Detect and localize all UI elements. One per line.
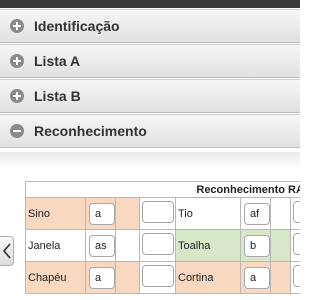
accordion-lista-b[interactable]: Lista B (0, 79, 300, 113)
accordion-label: Lista A (34, 53, 81, 69)
response-input[interactable] (293, 265, 300, 287)
word-cell: Toalha (175, 229, 241, 262)
spacer-cell (115, 197, 140, 230)
spacer-cell (270, 261, 291, 294)
panel-divider (0, 152, 300, 170)
recognition-table: Reconhecimento RAVLT Sino a Tio af Janel… (25, 181, 300, 300)
accordion-lista-a[interactable]: Lista A (0, 44, 300, 78)
answer-letter-field[interactable]: b (244, 234, 270, 257)
accordion-label: Reconhecimento (34, 123, 147, 139)
answer-letter-field[interactable]: a (89, 202, 115, 225)
word-cell: Cortina (175, 261, 241, 294)
plus-circle-icon (10, 54, 24, 68)
accordion-identificacao[interactable]: Identificação (0, 9, 300, 43)
accordion-label: Lista B (34, 88, 81, 104)
plus-circle-icon (10, 19, 24, 33)
answer-letter-field[interactable]: a (89, 266, 115, 289)
spacer-cell (270, 197, 291, 230)
response-input[interactable] (142, 201, 174, 223)
word-cell: Sino (25, 197, 86, 230)
word-cell: Janela (25, 229, 86, 262)
response-input[interactable] (142, 265, 174, 287)
table-title: Reconhecimento RAVLT (25, 181, 300, 198)
response-input[interactable] (293, 201, 300, 223)
accordion: Identificação Lista A Lista B Reconhecim… (0, 9, 300, 148)
table-row: Janela as Toalha b (25, 229, 300, 262)
spacer-cell (115, 229, 140, 262)
prev-page-button[interactable] (0, 236, 14, 266)
response-input[interactable] (142, 233, 174, 255)
spacer-cell (115, 261, 140, 294)
status-bar (0, 0, 300, 8)
answer-letter-field[interactable]: a (244, 266, 270, 289)
spacer-cell (270, 229, 291, 262)
word-cell: Chapéu (25, 261, 86, 294)
minus-circle-icon (10, 124, 24, 138)
plus-circle-icon (10, 89, 24, 103)
accordion-reconhecimento[interactable]: Reconhecimento (0, 114, 300, 148)
response-input[interactable] (293, 233, 300, 255)
word-cell: Tio (175, 197, 241, 230)
chevron-left-icon (2, 243, 11, 259)
table-row: Sino a Tio af (25, 197, 300, 230)
answer-letter-field[interactable]: as (89, 234, 115, 257)
answer-letter-field[interactable]: af (244, 202, 270, 225)
accordion-label: Identificação (34, 18, 120, 34)
table-row: Chapéu a Cortina a (25, 261, 300, 294)
